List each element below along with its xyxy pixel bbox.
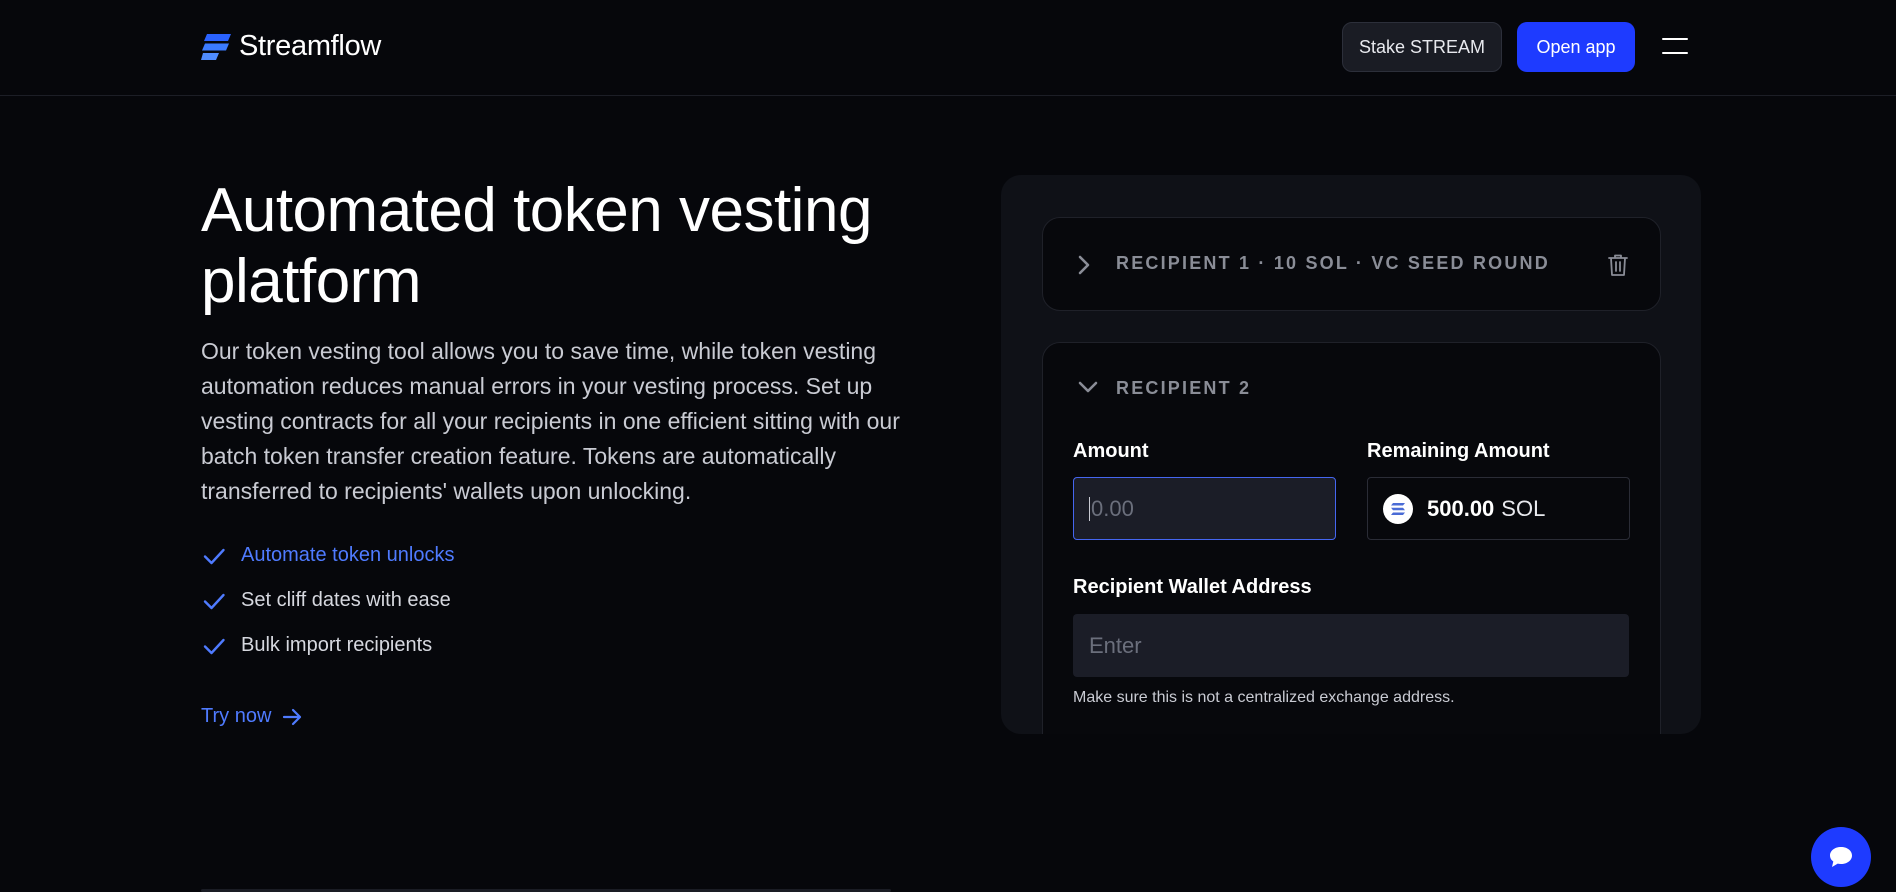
feature-label[interactable]: Set cliff dates with ease: [241, 589, 451, 612]
try-now-label: Try now: [201, 705, 272, 727]
remaining-amount-unit: SOL: [1501, 495, 1546, 521]
chat-bubble-icon: [1830, 847, 1852, 867]
wallet-address-input[interactable]: Enter: [1073, 614, 1629, 677]
solana-token-icon: [1383, 493, 1413, 524]
brand-logo[interactable]: Streamflow: [201, 30, 381, 63]
hero-description: Our token vesting tool allows you to sav…: [201, 338, 900, 504]
checkmark-icon: [203, 593, 225, 609]
remaining-amount-label: Remaining Amount: [1367, 440, 1550, 462]
site-header: Streamflow Stake STREAM Open app: [0, 0, 1896, 96]
streamflow-logo-icon: [201, 33, 231, 60]
checkmark-icon: [203, 638, 225, 654]
try-now-link[interactable]: Try now: [201, 705, 303, 728]
wallet-placeholder: Enter: [1089, 633, 1142, 658]
chat-support-button[interactable]: [1811, 827, 1871, 887]
open-app-button[interactable]: Open app: [1517, 22, 1635, 72]
amount-placeholder: 0.00: [1091, 496, 1134, 521]
trash-icon[interactable]: [1607, 253, 1629, 277]
feature-item: Automate token unlocks: [201, 533, 454, 578]
hero-title: Automated token vesting platform: [201, 176, 872, 316]
hamburger-menu-icon[interactable]: [1662, 38, 1688, 56]
chevron-right-icon[interactable]: [1077, 255, 1091, 275]
brand-name: Streamflow: [239, 30, 382, 62]
feature-label[interactable]: Bulk import recipients: [241, 634, 432, 657]
amount-label: Amount: [1073, 440, 1149, 462]
feature-item: Set cliff dates with ease: [201, 578, 454, 623]
feature-item: Bulk import recipients: [201, 623, 454, 668]
recipient-2-label: RECIPIENT 2: [1116, 378, 1252, 398]
checkmark-icon: [203, 548, 225, 564]
chevron-down-icon[interactable]: [1077, 379, 1099, 395]
wallet-hint: Make sure this is not a centralized exch…: [1073, 689, 1455, 706]
wallet-address-label: Recipient Wallet Address: [1073, 576, 1312, 598]
recipient-1-accordion[interactable]: RECIPIENT 1 · 10 SOL · VC SEED ROUND: [1042, 217, 1661, 311]
recipient-1-label: RECIPIENT 1 · 10 SOL · VC SEED ROUND: [1116, 253, 1550, 273]
vesting-form-card: RECIPIENT 1 · 10 SOL · VC SEED ROUND REC…: [1001, 175, 1701, 734]
feature-list: Automate token unlocks Set cliff dates w…: [201, 533, 454, 668]
amount-input[interactable]: 0.00: [1073, 477, 1336, 540]
remaining-amount-display: 500.00 SOL: [1367, 477, 1630, 540]
arrow-right-icon: [283, 708, 302, 725]
remaining-amount-value: 500.00: [1427, 495, 1495, 521]
feature-label[interactable]: Automate token unlocks: [241, 544, 454, 567]
stake-stream-button[interactable]: Stake STREAM: [1342, 22, 1502, 72]
